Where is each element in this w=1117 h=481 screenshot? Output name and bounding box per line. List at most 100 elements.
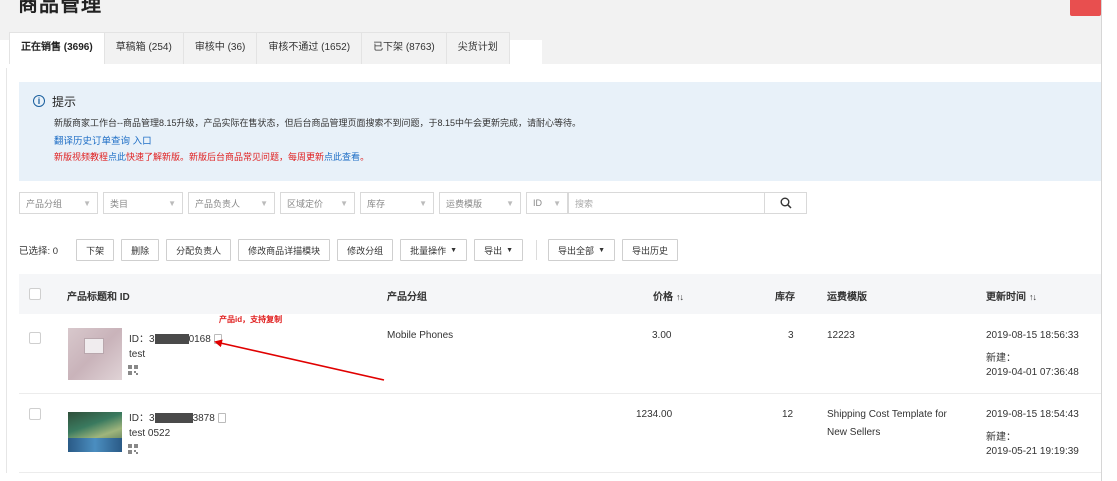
qr-code-icon[interactable]: [128, 365, 138, 375]
shipping-template-select[interactable]: 运费模版 ▼: [439, 192, 521, 214]
table-row: ID：3 0168 test Mobile Phones 3.00 3 12223…: [19, 314, 1101, 394]
header-updated[interactable]: 更新时间 ↑↓: [986, 288, 1037, 303]
category-group-select[interactable]: 产品分组 ▼: [19, 192, 98, 214]
faq-link[interactable]: 点此查看: [324, 152, 360, 162]
search-input[interactable]: 搜索: [568, 192, 765, 214]
shipping-template-label: 运费模版: [446, 198, 483, 209]
created-label: 新建：: [986, 353, 1016, 364]
edit-group-button[interactable]: 修改分组: [337, 239, 394, 261]
export-all-button[interactable]: 导出全部 ▼: [548, 239, 615, 261]
delist-button[interactable]: 下架: [76, 239, 115, 261]
product-stock: 3: [788, 330, 794, 341]
search-placeholder: 搜索: [575, 198, 594, 209]
chevron-down-icon: ▼: [419, 198, 427, 208]
assign-owner-button[interactable]: 分配负责人: [166, 239, 232, 261]
thumbnail-detail: [68, 438, 122, 452]
region-price-select[interactable]: 区域定价 ▼: [280, 192, 355, 214]
info-icon: i: [33, 95, 45, 107]
stock-select[interactable]: 库存 ▼: [360, 192, 434, 214]
batch-operation-label: 批量操作: [410, 245, 447, 256]
qr-code-icon[interactable]: [128, 444, 138, 454]
chevron-down-icon: ▼: [168, 198, 176, 208]
caret-down-icon: ▼: [450, 246, 458, 254]
product-id[interactable]: ID：3 3878: [129, 409, 226, 424]
redacted-id: [154, 334, 189, 345]
product-group: Mobile Phones: [387, 330, 454, 341]
tab-review-failed[interactable]: 审核不通过 (1652): [256, 32, 363, 64]
product-id-prefix: ID：3: [129, 334, 155, 345]
action-bar: 已选择: 0 下架 删除 分配负责人 修改商品详描模块 修改分组 批量操作 ▼ 导…: [19, 238, 685, 262]
updated-time: 2019-08-15 18:54:43: [986, 409, 1079, 420]
category-select[interactable]: 类目 ▼: [103, 192, 183, 214]
table-header: 产品标题和 ID 产品分组 价格 ↑↓ 库存 运费模版 更新时间 ↑↓: [19, 274, 1101, 314]
product-thumbnail[interactable]: [68, 328, 122, 380]
category-group-label: 产品分组: [26, 198, 63, 209]
notice-warning-text-2: 快速了解新版。新版后台商品常见问题，每周更新: [126, 152, 325, 162]
product-title[interactable]: test: [129, 349, 145, 360]
notice-title: 提示: [52, 95, 77, 109]
header-price[interactable]: 价格 ↑↓: [653, 288, 684, 303]
product-id-suffix: 3878: [192, 413, 215, 424]
header-price-label: 价格: [653, 292, 673, 303]
table-row: ID：3 3878 test 0522 1234.00 12 Shipping C…: [19, 395, 1101, 473]
caret-down-icon: ▼: [506, 246, 514, 254]
header-shipping: 运费模版: [827, 292, 867, 303]
annotation-label: 产品id，支持复制: [219, 315, 283, 324]
thumbnail-detail: [84, 338, 104, 354]
tab-under-review[interactable]: 审核中 (36): [182, 32, 258, 64]
notice-warning: 新版视频教程点此快速了解新版。新版后台商品常见问题，每周更新点此查看。: [54, 150, 369, 163]
product-price: 1234.00: [636, 409, 673, 420]
product-id-suffix: 0168: [188, 334, 211, 345]
sort-icon: ↑↓: [1029, 292, 1037, 302]
export-button[interactable]: 导出 ▼: [474, 239, 524, 261]
copy-icon[interactable]: [213, 334, 222, 345]
row-checkbox[interactable]: [29, 332, 41, 344]
shipping-template-line2: New Sellers: [827, 427, 881, 438]
notice-warning-end: 。: [360, 152, 370, 162]
product-thumbnail[interactable]: [68, 412, 122, 452]
order-history-link[interactable]: 翻译历史订单查询 入口: [54, 133, 152, 147]
edit-detail-module-button[interactable]: 修改商品详描模块: [238, 239, 331, 261]
notice-panel: i 提示 新版商家工作台--商品管理8.15升级，产品实际在售状态，但后台商品管…: [19, 82, 1101, 181]
created-time: 2019-04-01 07:36:48: [986, 367, 1079, 378]
delete-button[interactable]: 删除: [121, 239, 160, 261]
product-title[interactable]: test 0522: [129, 428, 170, 439]
video-tutorial-link[interactable]: 点此: [108, 152, 126, 162]
header-stock: 库存: [775, 292, 795, 303]
header-action-button[interactable]: [1070, 0, 1101, 16]
chevron-down-icon: ▼: [260, 198, 268, 208]
divider: [536, 240, 538, 260]
filter-bar: 产品分组 ▼ 类目 ▼ 产品负责人 ▼ 区域定价 ▼ 库存 ▼ 运费模版 ▼ ID ▼ 搜索: [19, 192, 807, 214]
copy-icon[interactable]: [217, 413, 226, 424]
category-label: 类目: [110, 198, 129, 209]
tab-drafts[interactable]: 草稿箱 (254): [103, 32, 184, 64]
header-updated-label: 更新时间: [986, 292, 1026, 303]
owner-select[interactable]: 产品负责人 ▼: [188, 192, 275, 214]
shipping-template: 12223: [827, 330, 855, 341]
export-label: 导出: [484, 245, 503, 256]
row-checkbox[interactable]: [29, 408, 41, 420]
caret-down-icon: ▼: [598, 246, 605, 254]
chevron-down-icon: ▼: [340, 198, 348, 208]
id-type-select[interactable]: ID ▼: [526, 192, 568, 214]
scrollbar-track: [1101, 0, 1102, 481]
product-id[interactable]: ID：3 0168: [129, 330, 222, 345]
product-price: 3.00: [652, 330, 672, 341]
region-price-label: 区域定价: [287, 198, 324, 209]
export-history-button[interactable]: 导出历史: [622, 239, 679, 261]
chevron-down-icon: ▼: [506, 198, 514, 208]
owner-label: 产品负责人: [195, 198, 241, 209]
page-title: 商品管理: [18, 0, 102, 16]
created-label: 新建：: [986, 432, 1016, 443]
chevron-down-icon: ▼: [83, 198, 91, 208]
search-button[interactable]: [765, 192, 807, 214]
content-border: [6, 68, 7, 473]
tab-delisted[interactable]: 已下架 (8763): [361, 32, 447, 64]
product-stock: 12: [782, 409, 794, 420]
batch-operation-button[interactable]: 批量操作 ▼: [400, 239, 468, 261]
tab-top-goods-plan[interactable]: 尖货计划: [445, 32, 510, 64]
select-all-checkbox[interactable]: [29, 288, 41, 300]
export-all-label: 导出全部: [558, 245, 595, 256]
tab-on-sale[interactable]: 正在销售 (3696): [9, 32, 105, 64]
redacted-id: [154, 413, 193, 424]
